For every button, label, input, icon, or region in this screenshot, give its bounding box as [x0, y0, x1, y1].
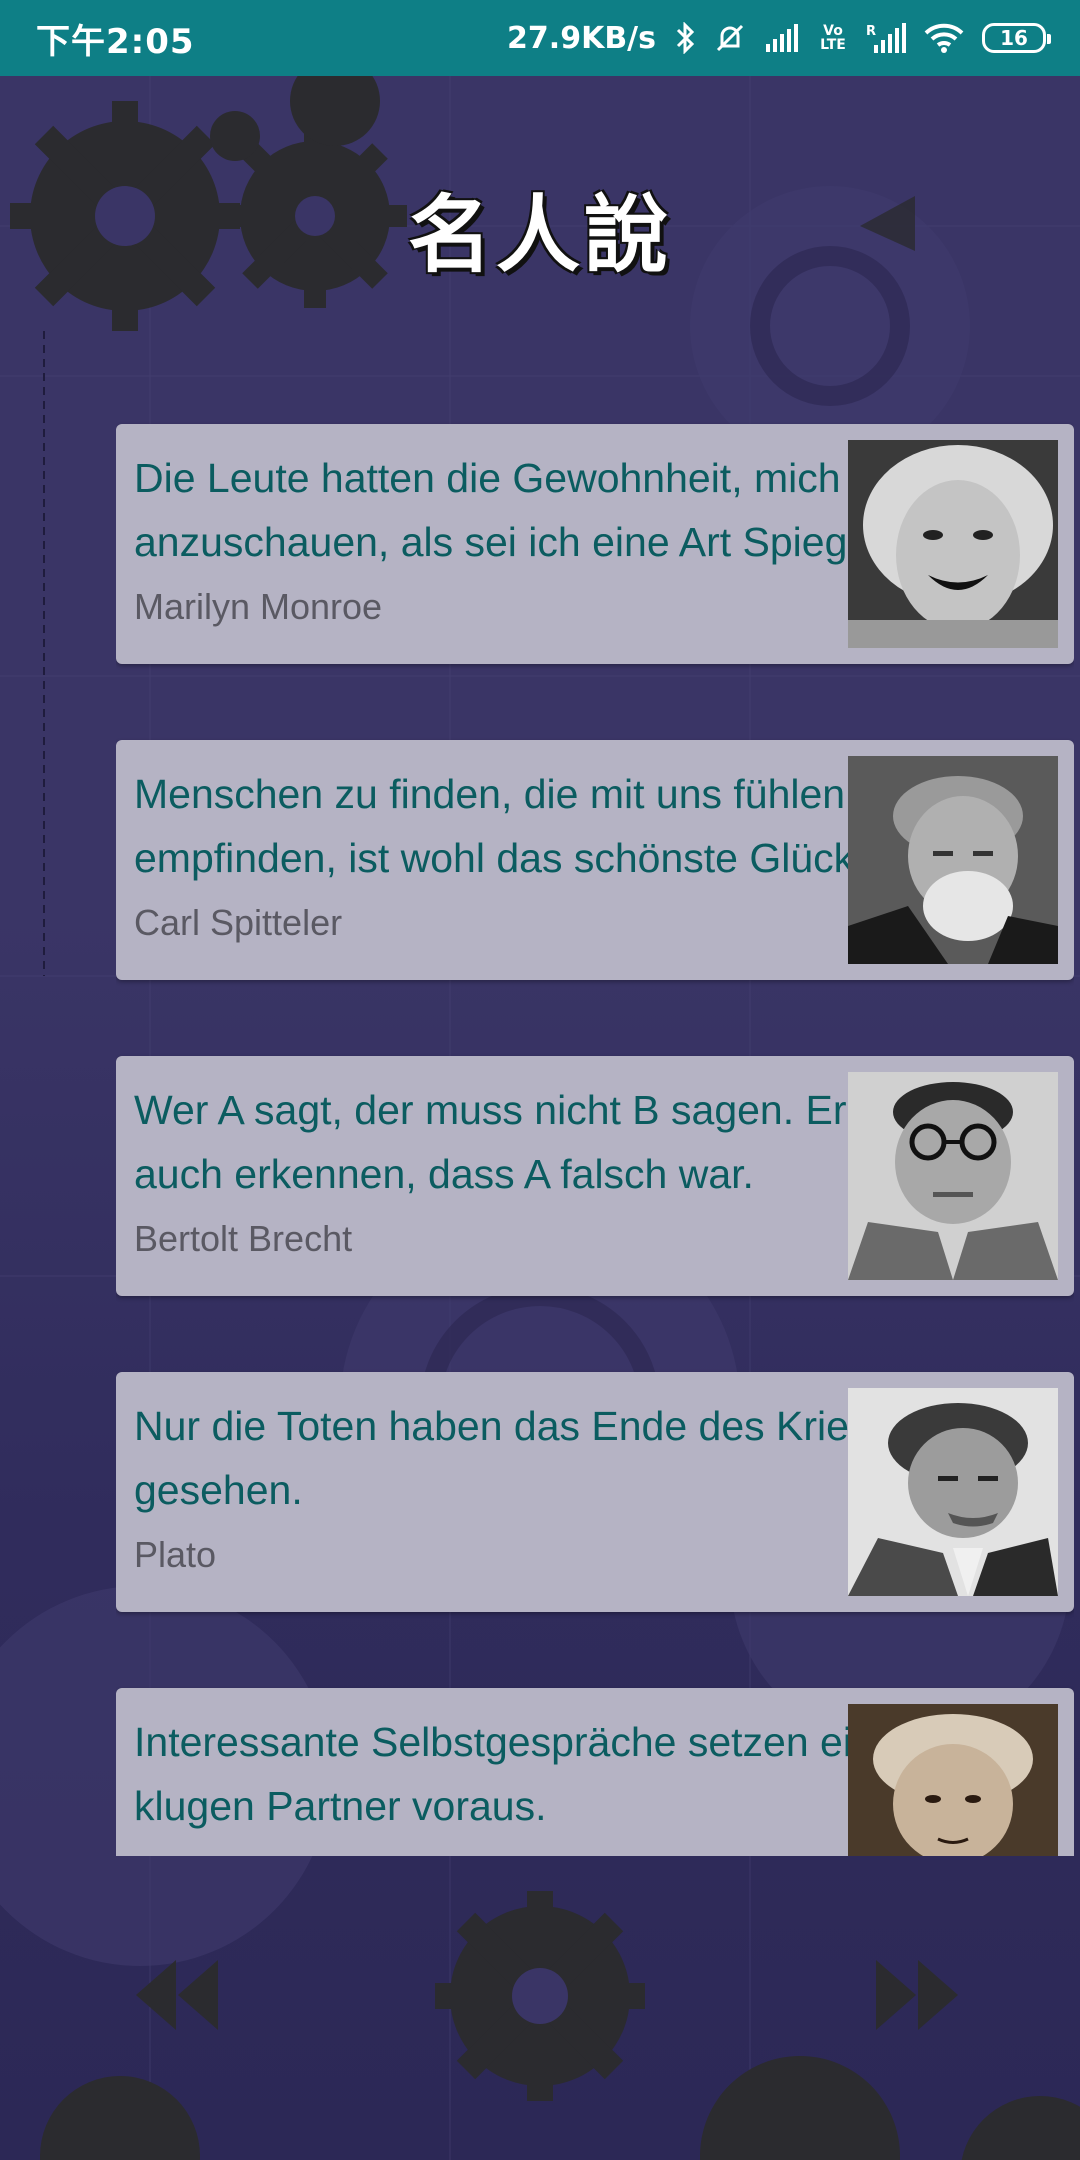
- portrait-carl-spitteler: [848, 756, 1058, 964]
- portrait-plato: [848, 1388, 1058, 1596]
- status-bar: 下午2:05 27.9KB/s Vo LTE R 16: [0, 0, 1080, 76]
- quote-list[interactable]: Die Leute hatten die Gewohnheit, mich an…: [116, 348, 1074, 1856]
- quote-text: Nur die Toten haben das Ende des Krieges…: [134, 1403, 916, 1513]
- wifi-icon: [924, 23, 964, 53]
- network-speed: 27.9KB/s: [507, 20, 656, 56]
- alarm-off-icon: [714, 22, 746, 54]
- signal-roaming-icon: R: [866, 23, 906, 53]
- quote-author: Bertolt Brecht: [134, 1218, 353, 1259]
- volte-icon: Vo LTE: [820, 23, 846, 53]
- rewind-icon[interactable]: [128, 1950, 224, 2040]
- quote-author: Plato: [134, 1534, 217, 1575]
- quote-card[interactable]: Interessante Selbstgespräche setzen eine…: [116, 1688, 1074, 1856]
- quote-card[interactable]: Wer A sagt, der muss nicht B sagen. Er k…: [116, 1056, 1074, 1296]
- quote-card[interactable]: Menschen zu finden, die mit uns fühlen u…: [116, 740, 1074, 980]
- battery-level: 16: [1000, 26, 1028, 50]
- status-icons: 27.9KB/s Vo LTE R 16: [507, 20, 1051, 56]
- svg-text:R: R: [866, 24, 876, 39]
- quote-text: Die Leute hatten die Gewohnheit, mich an…: [134, 455, 880, 565]
- portrait-marilyn-monroe: [848, 440, 1058, 648]
- quote-card[interactable]: Die Leute hatten die Gewohnheit, mich an…: [116, 424, 1074, 664]
- page-title: 名人說: [407, 186, 672, 284]
- portrait-bertolt-brecht: [848, 1072, 1058, 1280]
- quote-text: Menschen zu finden, die mit uns fühlen u…: [134, 771, 925, 881]
- quote-card[interactable]: Nur die Toten haben das Ende des Krieges…: [116, 1372, 1074, 1612]
- quote-text: Wer A sagt, der muss nicht B sagen. Er k…: [134, 1087, 947, 1197]
- battery-icon: 16: [982, 23, 1051, 53]
- quote-text: Interessante Selbstgespräche setzen eine…: [134, 1719, 921, 1829]
- portrait-kant: [848, 1704, 1058, 1856]
- bluetooth-icon: [674, 22, 696, 54]
- quote-author: Carl Spitteler: [134, 902, 343, 943]
- signal-icon: [764, 24, 800, 52]
- status-time: 下午2:05: [36, 21, 195, 62]
- quote-author: Marilyn Monroe: [134, 586, 383, 627]
- fast-forward-icon[interactable]: [870, 1950, 966, 2040]
